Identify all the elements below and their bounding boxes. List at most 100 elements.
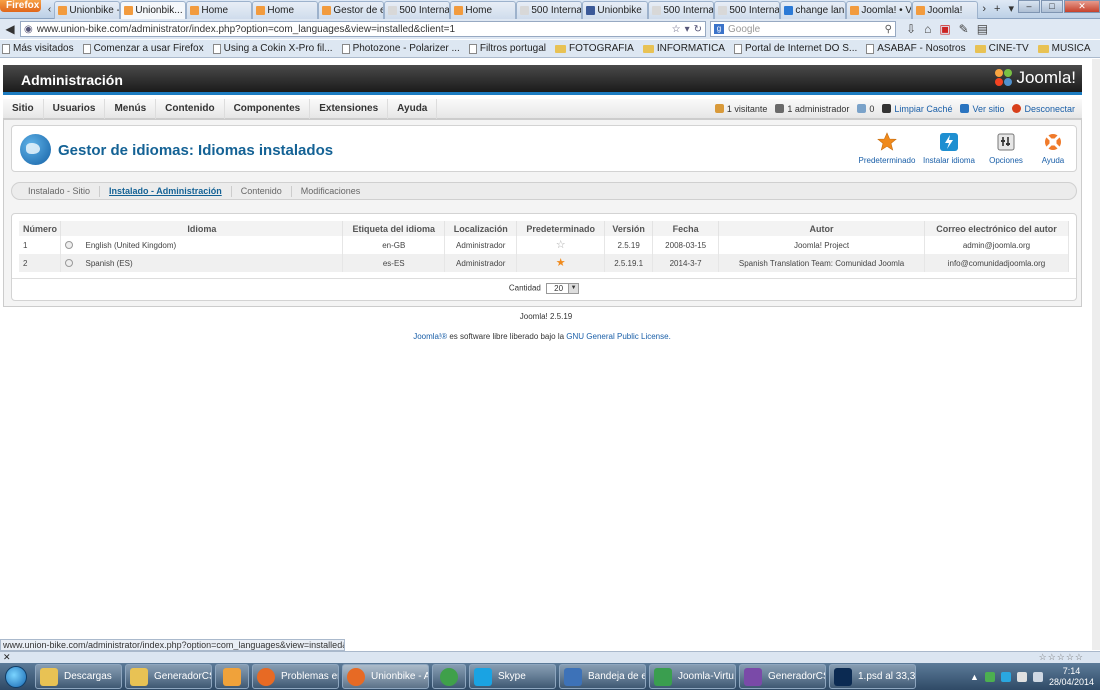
bookmark-label[interactable]: Más visitados: [13, 43, 74, 54]
install-language-button[interactable]: Instalar idioma: [919, 132, 979, 165]
url-text[interactable]: www.union-bike.com/administrator/index.p…: [37, 24, 668, 35]
browser-tab[interactable]: Home: [450, 1, 517, 19]
taskbar-item[interactable]: [215, 664, 249, 689]
gpl-link[interactable]: GNU General Public License.: [566, 332, 671, 341]
table-row[interactable]: 2 Spanish (ES) es-ES Administrador ★ 2.5.19.1…: [19, 254, 1070, 272]
bookmark-star-icon[interactable]: ☆: [672, 24, 681, 35]
browser-tab[interactable]: 500 Internal ...: [714, 1, 781, 19]
browser-tab-label[interactable]: 500 Internal ...: [663, 2, 713, 19]
col-default[interactable]: Predeterminado: [516, 221, 606, 236]
back-arrow-icon[interactable]: ◀: [4, 22, 16, 36]
col-author[interactable]: Autor: [718, 221, 925, 236]
volume-icon[interactable]: [1032, 671, 1043, 682]
bookmark-item[interactable]: ASABAF - Nosotros: [866, 43, 966, 54]
bookmark-label[interactable]: CINE-TV: [989, 43, 1029, 54]
tray-icon[interactable]: [984, 671, 995, 682]
clear-cache-label[interactable]: Limpiar Caché: [894, 104, 952, 114]
table-row[interactable]: 1 English (United Kingdom) en-GB Administra…: [19, 236, 1070, 254]
bookmark-item[interactable]: Portal de Internet DO S...: [733, 43, 857, 54]
clock-date[interactable]: 28/04/2014: [1049, 677, 1094, 688]
tab-scroll-right-icon[interactable]: ›: [978, 0, 990, 18]
page-size-value[interactable]: 20: [549, 284, 568, 293]
col-language[interactable]: Idioma: [60, 221, 344, 236]
bookmark-label[interactable]: FOTOGRAFIA: [569, 43, 634, 54]
bookmark-label[interactable]: ASABAF - Nosotros: [877, 43, 965, 54]
downloads-icon[interactable]: ⇩: [906, 22, 916, 36]
browser-tab[interactable]: Unionbike -...: [54, 1, 121, 19]
bookmark-item[interactable]: MUSICA: [1037, 43, 1091, 54]
browser-tab[interactable]: 500 Internal ...: [648, 1, 715, 19]
browser-tab-label[interactable]: Joomla! • Vi...: [861, 2, 911, 19]
browser-tab[interactable]: Home: [252, 1, 319, 19]
rating-stars-icon[interactable]: ☆☆☆☆☆: [1039, 652, 1084, 663]
vertical-scrollbar[interactable]: [1092, 59, 1100, 650]
taskbar-item[interactable]: Unionbike - A...: [342, 664, 429, 689]
maximize-button[interactable]: □: [1041, 0, 1063, 13]
taskbar-item-label[interactable]: Bandeja de e...: [588, 671, 645, 682]
close-addon-bar-icon[interactable]: ✕: [3, 652, 11, 663]
bookmark-item[interactable]: Using a Cokin X-Pro fil...: [212, 43, 333, 54]
default-star-icon[interactable]: ★: [556, 257, 566, 269]
browser-tab[interactable]: Joomla! • Vi...: [846, 1, 913, 19]
install-language-label[interactable]: Instalar idioma: [923, 156, 975, 165]
menu-icon[interactable]: ▤: [977, 22, 988, 36]
bookmark-label[interactable]: Filtros portugal: [480, 43, 546, 54]
view-site-link[interactable]: Ver sitio: [960, 104, 1004, 114]
addon-icon[interactable]: ▣: [939, 22, 950, 36]
admin-menu-item[interactable]: Contenido: [156, 98, 225, 119]
bookmark-item[interactable]: Filtros portugal: [468, 43, 546, 54]
search-bar[interactable]: g Google ⚲: [710, 21, 896, 37]
admin-menu-item[interactable]: Sitio: [3, 98, 44, 119]
admin-menu-item[interactable]: Ayuda: [388, 98, 438, 119]
taskbar-item-label[interactable]: 1.psd al 33,3...: [858, 671, 915, 682]
browser-tab-label[interactable]: Home: [465, 2, 492, 19]
row-select-radio[interactable]: [65, 259, 74, 267]
bookmark-label[interactable]: Portal de Internet DO S...: [745, 43, 857, 54]
taskbar-item-label[interactable]: Descargas: [64, 671, 112, 682]
subtab[interactable]: Contenido: [232, 185, 292, 197]
col-version[interactable]: Versión: [604, 221, 654, 236]
network-icon[interactable]: [1016, 671, 1027, 682]
taskbar-item-label[interactable]: Unionbike - A...: [371, 671, 428, 682]
bookmark-label[interactable]: Photozone - Polarizer ...: [353, 43, 460, 54]
taskbar-item[interactable]: GeneradorCS...: [125, 664, 212, 689]
col-number[interactable]: Número: [19, 221, 62, 236]
browser-tab[interactable]: Unionbike: [582, 1, 649, 19]
close-window-button[interactable]: ✕: [1064, 0, 1100, 13]
bookmark-label[interactable]: INFORMATICA: [657, 43, 725, 54]
browser-tab[interactable]: Unionbik...✕: [120, 1, 187, 19]
logout-label[interactable]: Desconectar: [1024, 104, 1075, 114]
taskbar-item-label[interactable]: GeneradorCS...: [154, 671, 211, 682]
taskbar-item[interactable]: Skype: [469, 664, 556, 689]
clock[interactable]: 7:14 28/04/2014: [1049, 666, 1094, 688]
browser-tab[interactable]: change lan...: [780, 1, 847, 19]
browser-tab-label[interactable]: Gestor de ex...: [333, 2, 383, 19]
bookmark-label[interactable]: Using a Cokin X-Pro fil...: [224, 43, 333, 54]
browser-tab-label[interactable]: Unionbike -...: [69, 2, 119, 19]
subtab[interactable]: Instalado - Administración: [100, 185, 232, 197]
clear-cache-link[interactable]: Limpiar Caché: [882, 104, 952, 114]
admin-menu-item[interactable]: Extensiones: [310, 98, 389, 119]
col-date[interactable]: Fecha: [652, 221, 720, 236]
browser-tab-label[interactable]: Home: [201, 2, 228, 19]
site-identity-icon[interactable]: ◉: [24, 24, 33, 35]
url-dropdown-icon[interactable]: ▾: [685, 24, 690, 35]
google-icon[interactable]: g: [714, 24, 724, 34]
minimize-button[interactable]: –: [1018, 0, 1040, 13]
home-icon[interactable]: ⌂: [924, 22, 931, 36]
bookmark-item[interactable]: FOTOGRAFIA: [554, 43, 634, 54]
not-default-star-icon[interactable]: ☆: [556, 239, 566, 251]
browser-tab[interactable]: Joomla!: [912, 1, 979, 19]
page-size-select[interactable]: 20 ▼: [546, 283, 580, 294]
subtab[interactable]: Modificaciones: [292, 186, 370, 197]
view-site-label[interactable]: Ver sitio: [972, 104, 1004, 114]
col-location[interactable]: Localización: [444, 221, 518, 236]
browser-tab-label[interactable]: Unionbike: [597, 2, 641, 19]
firefox-menu-button[interactable]: Firefox: [0, 0, 41, 12]
browser-tab-label[interactable]: 500 Internal ...: [729, 2, 779, 19]
bookmark-item[interactable]: Más visitados: [2, 43, 74, 54]
help-label[interactable]: Ayuda: [1042, 156, 1065, 165]
taskbar-item[interactable]: Bandeja de e...: [559, 664, 646, 689]
browser-tab-label[interactable]: Home: [267, 2, 294, 19]
url-bar[interactable]: ◉ www.union-bike.com/administrator/index…: [20, 21, 706, 37]
